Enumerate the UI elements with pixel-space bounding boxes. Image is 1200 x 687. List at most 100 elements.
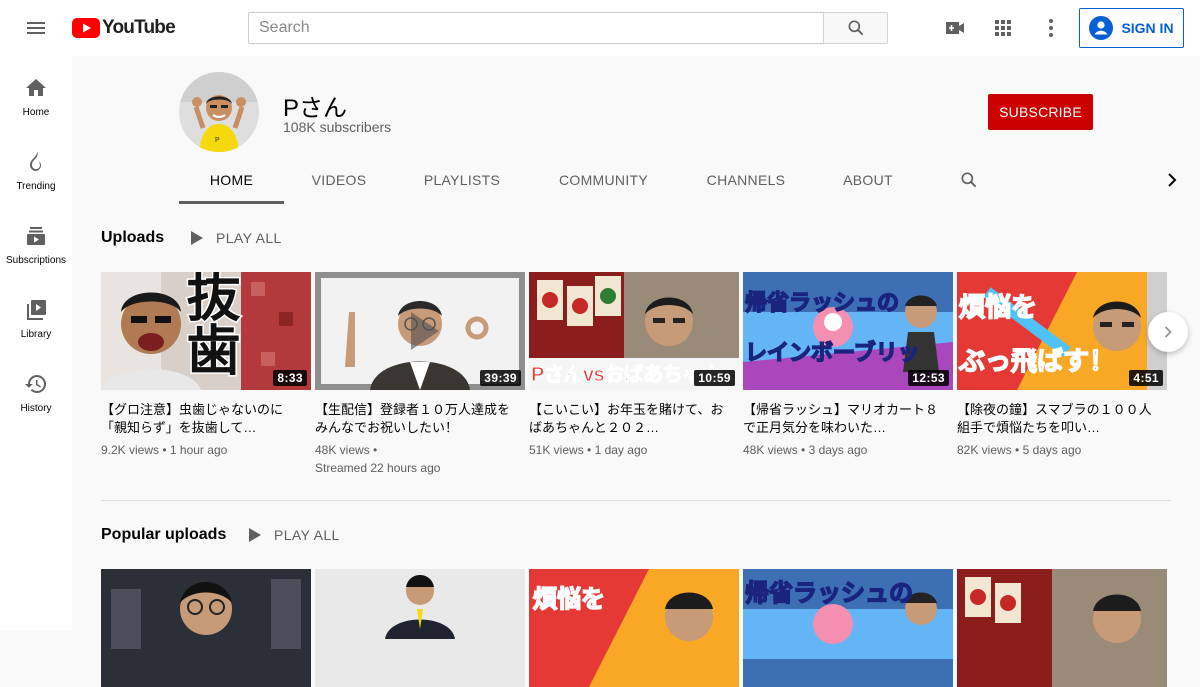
video-meta: 48K views • 3 days ago [743,443,868,457]
library-icon [27,300,46,320]
video-card[interactable]: 煩悩を ぶっ飛ばす！ 4:51 【除夜の鐘】スマブラの１００人組手で煩悩たちを叩… [957,272,1167,459]
video-thumbnail[interactable]: 抜歯 8:33 [101,272,311,390]
guide-label-subscriptions: Subscriptions [5,255,67,266]
video-duration: 4:51 [1129,370,1163,386]
channel-search-icon[interactable] [949,156,989,204]
video-card[interactable]: 帰省ラッシュの レインボーブリッジ 12:53 【帰省ラッシュ】マリオカート８で… [743,272,953,459]
apps-grid-icon[interactable] [991,16,1015,40]
subscribe-button[interactable]: SUBSCRIBE [988,94,1093,130]
video-meta: 9.2K views • 1 hour ago [101,443,228,457]
shelf-title-popular-uploads[interactable]: Popular uploads [101,526,226,544]
video-thumbnail[interactable]: 煩悩を [529,569,739,687]
video-meta: 48K views • Streamed 22 hours ago [315,443,441,475]
upload-age: 1 day ago [594,443,648,457]
video-card[interactable]: Pさんvsおばあちゃん 10:59 【こいこい】お年玉を賭けて、おばあちゃんと２… [529,272,739,459]
thumbnail-text: 煩悩を [532,585,606,614]
video-duration: 39:39 [480,370,521,386]
video-duration: 10:59 [694,370,735,386]
tab-channels[interactable]: CHANNELS [683,156,809,204]
channel-avatar[interactable]: P [179,72,259,152]
upload-age: Streamed 22 hours ago [315,461,441,475]
search-button[interactable] [823,12,888,44]
history-icon [25,375,46,393]
channel-header: P Pさん 108K subscribers SUBSCRIBE HOME VI… [72,56,1200,204]
subscriber-count: 108K subscribers [283,119,392,135]
view-count: 51K views [529,443,584,457]
tab-videos[interactable]: VIDEOS [284,156,394,204]
tabs-next-chevron-icon[interactable] [1160,168,1184,192]
video-title[interactable]: 【グロ注意】虫歯じゃないのに「親知らず」を抜歯して… [101,401,311,437]
guide-label-home: Home [22,107,50,118]
home-icon [26,79,46,96]
thumbnail-text: Pさんvsおばあちゃん [530,364,722,387]
video-duration: 12:53 [908,370,949,386]
video-card[interactable]: 煩悩を [529,569,739,687]
video-duration: 8:33 [273,370,307,386]
logo-text: YouTube [102,17,176,38]
masthead: YouTube SIGN IN [0,0,1200,56]
play-icon [191,231,203,245]
channel-name: Pさん [283,95,348,122]
video-thumbnail[interactable]: 煩悩を ぶっ飛ばす！ 4:51 [957,272,1167,390]
thumbnail-text: 帰省ラッシュの [744,579,914,608]
video-title[interactable]: 【除夜の鐘】スマブラの１００人組手で煩悩たちを叩い… [957,401,1167,437]
chevron-right-icon [1164,326,1172,338]
guide-item-subscriptions[interactable]: Subscriptions [0,204,72,278]
video-card[interactable]: 抜歯 8:33 【グロ注意】虫歯じゃないのに「親知らず」を抜歯して… 9.2K … [101,272,311,459]
tab-home[interactable]: HOME [179,156,284,204]
video-title[interactable]: 【帰省ラッシュ】マリオカート８で正月気分を味わいた… [743,401,953,437]
video-card[interactable] [957,569,1167,687]
shelf-next-button[interactable] [1148,312,1188,352]
video-thumbnail[interactable]: 39:39 [315,272,525,390]
sign-in-label: SIGN IN [1121,20,1174,36]
guide-label-trending: Trending [16,181,56,192]
subscriptions-icon [27,227,45,245]
search-icon [848,20,863,36]
video-title[interactable]: 【生配信】登録者１０万人達成をみんなでお祝いしたい！ [315,401,525,437]
youtube-logo-icon [72,18,100,38]
guide-item-home[interactable]: Home [0,56,72,130]
guide-sidebar: Home Trending Subscriptions Library Hist… [0,56,72,630]
video-thumbnail[interactable] [957,569,1167,687]
youtube-logo[interactable]: YouTube [72,17,176,39]
video-thumbnail[interactable] [315,569,525,687]
thumbnail-text: 帰省ラッシュの レインボーブリッジ [744,289,920,390]
tab-playlists[interactable]: PLAYLISTS [397,156,527,204]
upload-age: 1 hour ago [169,443,228,457]
play-all-label: PLAY ALL [216,230,282,246]
tab-community[interactable]: COMMUNITY [537,156,670,204]
view-count: 48K views [743,443,798,457]
view-count: 48K views [315,443,370,457]
video-card[interactable] [101,569,311,687]
more-vert-icon[interactable] [1039,16,1063,40]
video-card[interactable]: 帰省ラッシュの [743,569,953,687]
video-thumbnail[interactable] [101,569,311,687]
play-all-button[interactable]: PLAY ALL [190,230,282,246]
shelf-divider [101,500,1171,501]
sign-in-button[interactable]: SIGN IN [1079,8,1184,48]
tab-about[interactable]: ABOUT [811,156,925,204]
channel-content: Uploads PLAY ALL 抜歯 8:33 【グロ注意】虫歯じゃないのに「… [72,204,1200,687]
video-meta: 82K views • 5 days ago [957,443,1082,457]
play-all-button[interactable]: PLAY ALL [248,527,340,543]
video-card[interactable] [315,569,525,687]
play-icon [249,528,261,542]
upload-age: 3 days ago [808,443,868,457]
shelf-title-uploads[interactable]: Uploads [101,229,164,247]
video-card[interactable]: 39:39 【生配信】登録者１０万人達成をみんなでお祝いしたい！ 48K vie… [315,272,525,477]
video-title[interactable]: 【こいこい】お年玉を賭けて、おばあちゃんと２０２… [529,401,739,437]
video-thumbnail[interactable]: 帰省ラッシュの レインボーブリッジ 12:53 [743,272,953,390]
guide-item-history[interactable]: History [0,352,72,426]
thumbnail-text: 抜歯 [177,272,240,378]
menu-icon[interactable] [24,16,48,40]
view-count: 82K views [957,443,1012,457]
video-thumbnail[interactable]: 帰省ラッシュの [743,569,953,687]
guide-item-library[interactable]: Library [0,278,72,352]
search-input[interactable] [248,12,824,44]
view-count: 9.2K views [101,443,160,457]
play-all-label: PLAY ALL [274,527,340,543]
guide-item-trending[interactable]: Trending [0,130,72,204]
flame-icon [30,151,42,171]
video-thumbnail[interactable]: Pさんvsおばあちゃん 10:59 [529,272,739,390]
create-video-icon[interactable] [943,16,967,40]
